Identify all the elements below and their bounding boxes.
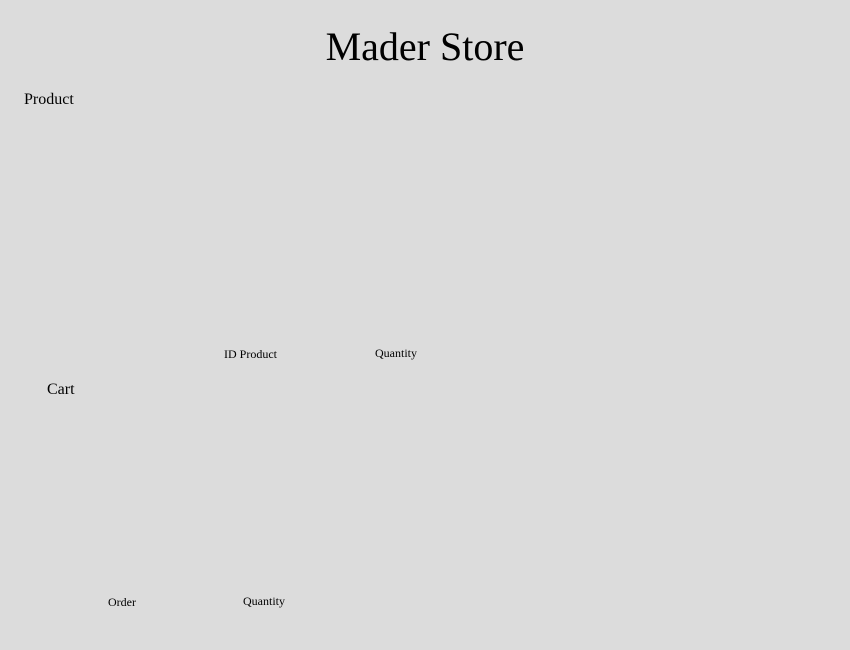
product-quantity-label: Quantity	[375, 346, 417, 360]
cart-list-area[interactable]	[47, 404, 824, 588]
id-product-field[interactable]	[290, 343, 360, 365]
id-product-label: ID Product	[224, 347, 277, 361]
order-label: Order	[108, 595, 136, 609]
cart-section-label: Cart	[47, 381, 75, 398]
product-list-area[interactable]	[24, 114, 824, 340]
cart-quantity-label: Quantity	[243, 594, 285, 608]
product-quantity-field[interactable]	[428, 343, 498, 365]
product-section-label: Product	[24, 91, 74, 108]
order-field[interactable]	[146, 591, 226, 613]
store-title: Mader Store	[325, 24, 525, 69]
cart-quantity-field[interactable]	[296, 591, 366, 613]
